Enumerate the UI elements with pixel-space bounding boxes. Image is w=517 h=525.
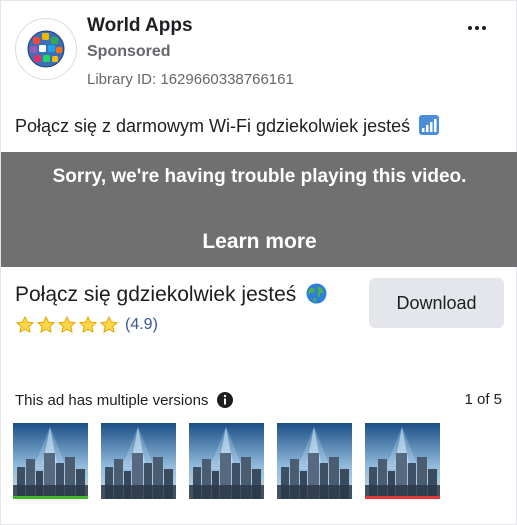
download-button[interactable]: Download	[369, 278, 504, 328]
version-status-bar	[365, 496, 440, 499]
learn-more-link[interactable]: Learn more	[1, 230, 517, 254]
ad-card: World Apps Sponsored Library ID: 1629660…	[0, 0, 517, 525]
version-thumbnail[interactable]	[277, 423, 352, 499]
headline-text: Połącz się gdziekolwiek jesteś	[15, 283, 297, 306]
versions-notice: This ad has multiple versions	[15, 391, 234, 409]
star-icon	[15, 315, 35, 335]
sponsored-label: Sponsored	[87, 43, 171, 60]
rating-value: (4.9)	[125, 316, 158, 333]
ad-headline: Połącz się gdziekolwiek jesteś	[15, 283, 327, 307]
version-thumbnail[interactable]	[101, 423, 176, 499]
more-dot	[468, 26, 472, 30]
star-icon	[36, 315, 56, 335]
more-dot	[482, 26, 486, 30]
version-thumbnail[interactable]	[189, 423, 264, 499]
star-icon	[57, 315, 77, 335]
globe-icon	[306, 283, 327, 304]
star-rating	[15, 315, 119, 335]
versions-label: This ad has multiple versions	[15, 391, 209, 409]
primary-text: Połącz się z darmowym Wi-Fi gdziekolwiek…	[15, 116, 411, 136]
video-player[interactable]: Sorry, we're having trouble playing this…	[1, 152, 517, 267]
star-icon	[78, 315, 98, 335]
ad-header: World Apps Sponsored Library ID: 1629660…	[1, 1, 517, 101]
signal-bars-icon	[419, 115, 440, 135]
info-icon[interactable]	[216, 391, 234, 409]
video-error-message: Sorry, we're having trouble playing this…	[52, 166, 467, 187]
star-icon	[99, 315, 119, 335]
version-thumbnail[interactable]	[365, 423, 440, 499]
more-options-icon[interactable]	[460, 21, 494, 35]
version-pager: 1 of 5	[464, 391, 502, 408]
globe-apps-icon	[27, 30, 65, 68]
library-id: Library ID: 1629660338766161	[87, 71, 294, 88]
advertiser-name[interactable]: World Apps	[87, 15, 193, 37]
version-status-bar	[13, 496, 88, 499]
ad-primary-text: Połącz się z darmowym Wi-Fi gdziekolwiek…	[15, 115, 440, 137]
rating-row: (4.9)	[15, 314, 158, 336]
version-thumbnail[interactable]	[13, 423, 88, 499]
advertiser-avatar[interactable]	[15, 18, 77, 80]
more-dot	[475, 26, 479, 30]
